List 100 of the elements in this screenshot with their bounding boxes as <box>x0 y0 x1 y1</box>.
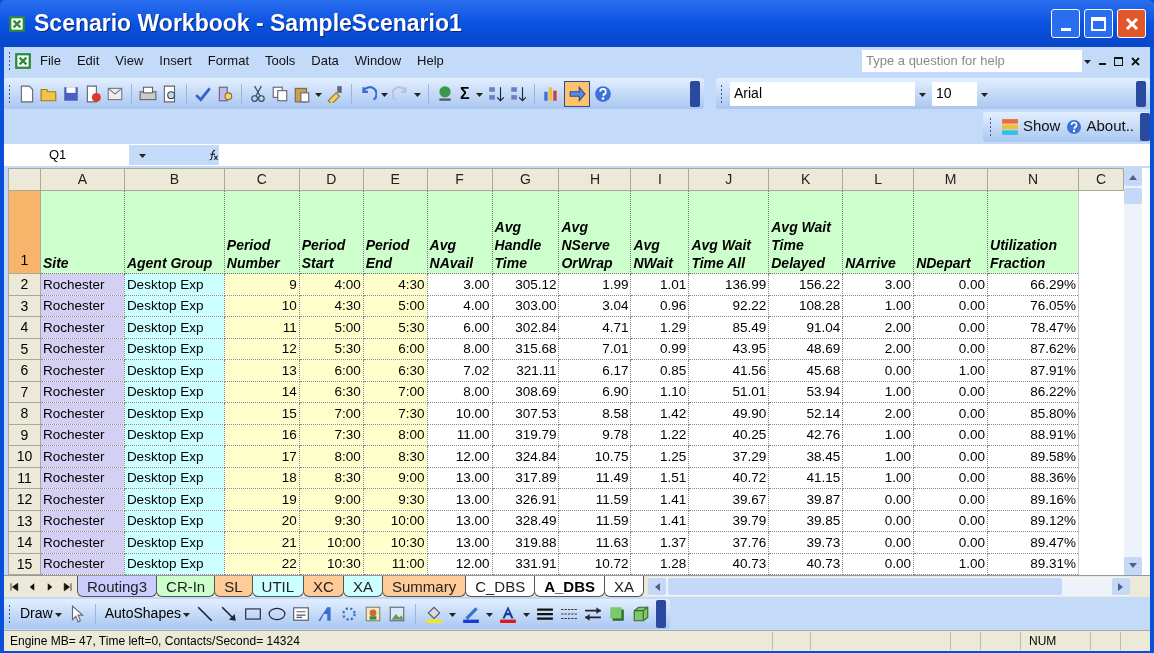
bar-chart-icon[interactable] <box>541 84 560 103</box>
row-header[interactable]: 13 <box>8 510 41 532</box>
arrow-style-icon[interactable] <box>583 604 602 623</box>
sort-up-icon[interactable] <box>486 84 505 103</box>
diagram-icon[interactable] <box>339 604 358 623</box>
new-document-icon[interactable] <box>18 84 36 103</box>
function-icon[interactable] <box>208 148 219 162</box>
sheet-tab[interactable]: Routing3 <box>77 576 158 597</box>
sort-down-icon[interactable] <box>508 84 527 103</box>
line-color-icon[interactable] <box>461 604 480 623</box>
column-header[interactable]: D <box>299 168 364 191</box>
menu-item[interactable]: Help <box>409 51 452 71</box>
sheet-tab[interactable]: XA <box>604 576 645 597</box>
row-header[interactable]: 5 <box>8 338 41 360</box>
row-header[interactable]: 9 <box>8 424 41 446</box>
menu-item[interactable]: File <box>32 51 69 71</box>
sheet-tab[interactable]: Summary <box>381 576 467 597</box>
draw-menu-button[interactable]: Draw <box>20 603 62 624</box>
cut-icon[interactable] <box>249 84 267 103</box>
menu-item[interactable]: Window <box>346 51 410 71</box>
row-header[interactable]: 11 <box>8 467 41 489</box>
text-box-icon[interactable] <box>291 604 310 623</box>
help-search-field[interactable]: Type a question for help <box>862 50 1082 72</box>
print-icon[interactable] <box>139 84 157 103</box>
sheet-tab[interactable]: XA <box>342 576 383 597</box>
picture-icon[interactable] <box>387 604 406 623</box>
row-header[interactable]: 8 <box>8 402 41 424</box>
help-icon[interactable] <box>593 84 612 103</box>
cube-icon[interactable] <box>631 604 650 623</box>
toolbar-options-button[interactable] <box>1140 112 1150 141</box>
toolbar-options-button[interactable] <box>690 80 700 107</box>
column-header[interactable]: K <box>768 168 843 191</box>
column-header[interactable]: B <box>124 168 225 191</box>
permission-icon[interactable] <box>84 84 102 103</box>
help-icon[interactable] <box>1066 118 1083 135</box>
column-header[interactable]: N <box>987 168 1079 191</box>
clip-art-icon[interactable] <box>363 604 382 623</box>
row-header[interactable]: 7 <box>8 381 41 403</box>
excel-icon[interactable] <box>14 52 32 70</box>
toolbar-button[interactable]: Show <box>1000 115 1061 138</box>
toolbar-options-button[interactable] <box>655 599 666 628</box>
menu-item[interactable]: Format <box>199 51 257 71</box>
minimize-button[interactable] <box>1051 9 1080 38</box>
autosum-button[interactable]: Σ <box>458 81 472 106</box>
sheet-tab[interactable]: C_DBS <box>465 576 536 597</box>
font-name-field[interactable]: Arial <box>730 81 915 106</box>
maximize-button[interactable] <box>1084 9 1113 38</box>
scrollbar-thumb[interactable] <box>668 578 1062 595</box>
horizontal-scrollbar[interactable] <box>648 577 1130 596</box>
add-in-button[interactable] <box>563 80 590 107</box>
row-header[interactable]: 15 <box>8 553 41 575</box>
fill-color-icon[interactable] <box>424 604 443 623</box>
row-header[interactable]: 4 <box>8 316 41 338</box>
shadow-icon[interactable] <box>607 604 626 623</box>
research-icon[interactable] <box>216 84 234 103</box>
column-header[interactable]: I <box>630 168 689 191</box>
close-icon[interactable] <box>1131 56 1140 66</box>
row-header[interactable]: 12 <box>8 488 41 510</box>
row-header[interactable]: 2 <box>8 273 41 295</box>
column-header[interactable]: L <box>842 168 914 191</box>
column-header[interactable]: H <box>559 168 631 191</box>
column-header[interactable]: J <box>688 168 769 191</box>
menu-item[interactable]: Data <box>303 51 347 71</box>
copy-icon[interactable] <box>271 84 289 103</box>
undo-icon[interactable] <box>359 84 377 103</box>
menu-item[interactable]: Tools <box>257 51 304 71</box>
restore-icon[interactable] <box>1114 56 1123 66</box>
menu-item[interactable]: Insert <box>151 51 200 71</box>
line-icon[interactable] <box>195 604 214 623</box>
font-color-icon[interactable] <box>498 604 517 623</box>
menu-item[interactable]: Edit <box>68 51 108 71</box>
sheet-tab[interactable]: UTIL <box>251 576 305 597</box>
nav-last-icon[interactable] <box>62 580 74 593</box>
row-header[interactable]: 1 <box>8 190 41 274</box>
row-header[interactable]: 6 <box>8 359 41 381</box>
column-header[interactable]: F <box>427 168 493 191</box>
font-size-field[interactable]: 10 <box>932 81 977 106</box>
column-header[interactable]: G <box>492 168 559 191</box>
column-header[interactable]: C <box>224 168 300 191</box>
scroll-down-button[interactable] <box>1124 557 1142 575</box>
row-header[interactable]: 3 <box>8 295 41 317</box>
scroll-up-button[interactable] <box>1124 168 1142 186</box>
column-header[interactable]: M <box>913 168 988 191</box>
close-button[interactable] <box>1117 9 1146 38</box>
format-painter-icon[interactable] <box>326 84 344 103</box>
save-icon[interactable] <box>62 84 80 103</box>
excel-icon[interactable] <box>8 14 26 33</box>
wordart-icon[interactable] <box>315 604 334 623</box>
arrow-icon[interactable] <box>219 604 238 623</box>
nav-first-icon[interactable] <box>8 580 20 593</box>
scrollbar-thumb[interactable] <box>1124 188 1142 204</box>
sheet-tab[interactable]: SL <box>214 576 253 597</box>
toolbar-button[interactable]: About.. <box>1066 115 1134 138</box>
vertical-scrollbar[interactable] <box>1124 168 1142 575</box>
scroll-left-button[interactable] <box>648 578 667 595</box>
row-header[interactable]: 10 <box>8 445 41 467</box>
row-header[interactable]: 14 <box>8 531 41 553</box>
scroll-right-button[interactable] <box>1112 578 1130 595</box>
column-header[interactable]: C <box>1078 168 1124 191</box>
sheet-tab[interactable]: A_DBS <box>534 576 606 597</box>
